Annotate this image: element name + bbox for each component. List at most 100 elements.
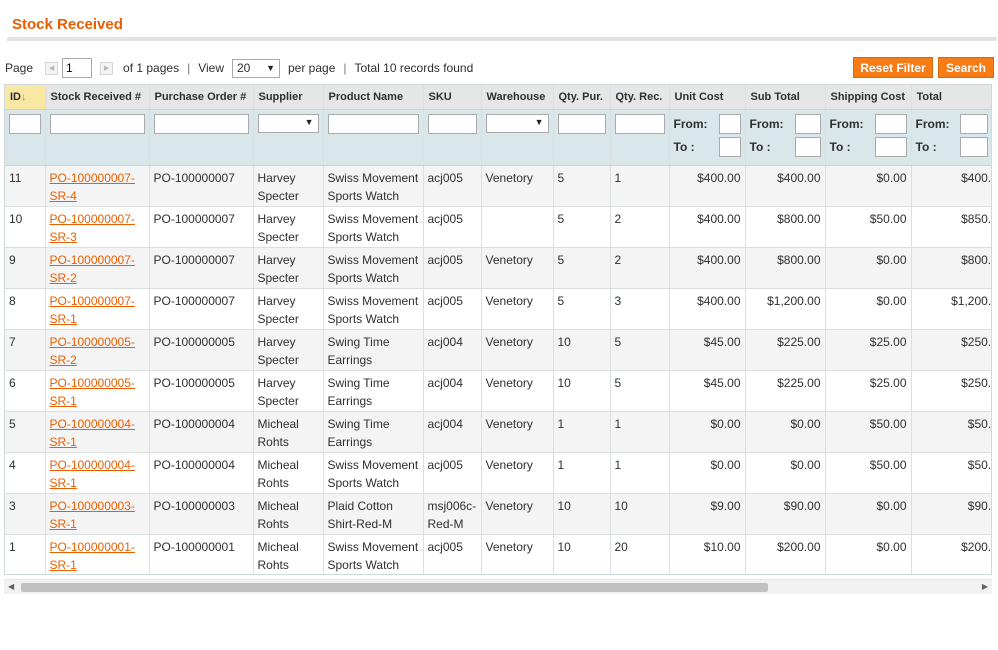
col-header-sku[interactable]: SKU	[423, 85, 482, 110]
qty-pur-filter-input[interactable]	[557, 113, 606, 134]
next-page-icon[interactable]: ▶	[100, 61, 114, 75]
cell-unit-cost: $400.00	[669, 247, 746, 289]
cell-unit-cost: $45.00	[669, 370, 746, 412]
cell-stock-received: PO-100000001-SR-1	[45, 534, 150, 574]
stock-received-link[interactable]: PO-100000001-SR-1	[50, 540, 135, 572]
table-row[interactable]: 3 PO-100000003-SR-1 PO-100000003 Micheal Ro…	[5, 493, 991, 535]
supplier-filter-select[interactable]: ▼	[257, 113, 319, 133]
cell-purchase-order: PO-100000001	[149, 534, 254, 574]
page-title: Stock Received	[12, 16, 123, 33]
filter-cell: From: To :	[669, 109, 746, 166]
table-row[interactable]: 10 PO-100000007-SR-3 PO-100000007 Harvey Sp…	[5, 206, 991, 248]
cell-supplier: Micheal Rohts	[253, 534, 324, 574]
cell-qty-pur: 5	[553, 288, 611, 330]
shipping-cost-from-input[interactable]	[874, 114, 907, 134]
qty-rec-filter-input[interactable]	[614, 113, 665, 134]
col-header-stock-received[interactable]: Stock Received #	[45, 85, 150, 110]
cell-shipping-cost: $0.00	[825, 288, 912, 330]
total-from-input[interactable]	[959, 114, 988, 134]
stock-received-link[interactable]: PO-100000007-SR-4	[50, 171, 135, 203]
cell-id: 4	[5, 452, 46, 494]
col-header-sub-total[interactable]: Sub Total	[745, 85, 826, 110]
to-label: To :	[829, 140, 851, 154]
horizontal-scrollbar[interactable]: ◀ ▶	[4, 579, 992, 594]
cell-product-name: Swiss Movement Sports Watch	[323, 206, 424, 248]
cell-sub-total: $1,200.00	[745, 288, 826, 330]
sub-total-to-input[interactable]	[794, 137, 821, 157]
cell-sub-total: $400.00	[745, 165, 826, 207]
col-header-unit-cost[interactable]: Unit Cost	[669, 85, 746, 110]
per-page-select[interactable]: 20 ▼	[232, 58, 280, 78]
page-number-input[interactable]	[62, 58, 93, 78]
purchase-order-filter-input[interactable]	[153, 113, 249, 134]
prev-page-icon[interactable]: ◀	[45, 61, 59, 75]
stock-received-link[interactable]: PO-100000004-SR-1	[50, 417, 135, 449]
cell-id: 11	[5, 165, 46, 207]
stock-received-link[interactable]: PO-100000007-SR-3	[50, 212, 135, 244]
filter-cell	[149, 109, 254, 166]
total-to-input[interactable]	[959, 137, 988, 157]
stock-received-link[interactable]: PO-100000005-SR-2	[50, 335, 135, 367]
search-button[interactable]: Search	[938, 57, 994, 78]
table-row[interactable]: 6 PO-100000005-SR-1 PO-100000005 Harvey Spe…	[5, 370, 991, 412]
table-row[interactable]: 5 PO-100000004-SR-1 PO-100000004 Micheal Ro…	[5, 411, 991, 453]
cell-qty-pur: 10	[553, 493, 611, 535]
table-row[interactable]: 8 PO-100000007-SR-1 PO-100000007 Harvey Spe…	[5, 288, 991, 330]
cell-unit-cost: $0.00	[669, 452, 746, 494]
table-row[interactable]: 4 PO-100000004-SR-1 PO-100000004 Micheal Ro…	[5, 452, 991, 494]
scroll-left-icon[interactable]: ◀	[8, 582, 14, 591]
warehouse-filter-select[interactable]: ▼	[485, 113, 549, 133]
cell-qty-pur: 1	[553, 452, 611, 494]
table-row[interactable]: 7 PO-100000005-SR-2 PO-100000005 Harvey Spe…	[5, 329, 991, 371]
table-row[interactable]: 9 PO-100000007-SR-2 PO-100000007 Harvey Spe…	[5, 247, 991, 289]
cell-purchase-order: PO-100000004	[149, 411, 254, 453]
col-header-supplier[interactable]: Supplier	[253, 85, 324, 110]
col-header-product-name[interactable]: Product Name	[323, 85, 424, 110]
col-header-qty-rec[interactable]: Qty. Rec.	[610, 85, 670, 110]
col-header-shipping-cost[interactable]: Shipping Cost	[825, 85, 912, 110]
cell-supplier: Harvey Specter	[253, 206, 324, 248]
stock-received-filter-input[interactable]	[49, 113, 145, 134]
sub-total-range-filter: From: To :	[750, 114, 821, 158]
cell-supplier: Harvey Specter	[253, 370, 324, 412]
table-row[interactable]: 1 PO-100000001-SR-1 PO-100000001 Micheal Ro…	[5, 534, 991, 574]
cell-total: $400.00	[911, 165, 991, 207]
cell-qty-rec: 5	[610, 329, 670, 371]
col-header-total[interactable]: Total	[911, 85, 991, 110]
scroll-right-icon[interactable]: ▶	[982, 582, 988, 591]
unit-cost-to-input[interactable]	[718, 137, 741, 157]
stock-received-link[interactable]: PO-100000007-SR-2	[50, 253, 135, 285]
filter-cell: ▼	[481, 109, 554, 166]
cell-supplier: Micheal Rohts	[253, 493, 324, 535]
cell-qty-pur: 10	[553, 370, 611, 412]
shipping-cost-to-input[interactable]	[874, 137, 907, 157]
col-header-id[interactable]: ID↓	[5, 85, 46, 110]
cell-warehouse: Venetory	[481, 329, 554, 371]
filter-cell: From: To :	[911, 109, 991, 166]
stock-received-link[interactable]: PO-100000005-SR-1	[50, 376, 135, 408]
table-row[interactable]: 11 PO-100000007-SR-4 PO-100000007 Harvey Sp…	[5, 165, 991, 207]
stock-received-link[interactable]: PO-100000003-SR-1	[50, 499, 135, 531]
cell-sub-total: $90.00	[745, 493, 826, 535]
stock-received-link[interactable]: PO-100000004-SR-1	[50, 458, 135, 490]
col-header-warehouse[interactable]: Warehouse	[481, 85, 554, 110]
cell-product-name: Plaid Cotton Shirt-Red-M	[323, 493, 424, 535]
cell-shipping-cost: $0.00	[825, 247, 912, 289]
cell-purchase-order: PO-100000005	[149, 329, 254, 371]
scrollbar-thumb[interactable]	[21, 583, 768, 592]
cell-product-name: Swiss Movement Sports Watch	[323, 534, 424, 574]
col-header-qty-pur[interactable]: Qty. Pur.	[553, 85, 611, 110]
col-header-purchase-order[interactable]: Purchase Order #	[149, 85, 254, 110]
product-name-filter-input[interactable]	[327, 113, 419, 134]
sku-filter-input[interactable]	[427, 113, 477, 134]
cell-sku: acj004	[423, 329, 482, 371]
unit-cost-from-input[interactable]	[718, 114, 741, 134]
cell-shipping-cost: $0.00	[825, 534, 912, 574]
filter-cell	[553, 109, 611, 166]
id-filter-input[interactable]	[9, 113, 41, 134]
sub-total-from-input[interactable]	[794, 114, 821, 134]
cell-sku: acj004	[423, 370, 482, 412]
reset-filter-button[interactable]: Reset Filter	[853, 57, 933, 78]
cell-unit-cost: $400.00	[669, 206, 746, 248]
stock-received-link[interactable]: PO-100000007-SR-1	[50, 294, 135, 326]
